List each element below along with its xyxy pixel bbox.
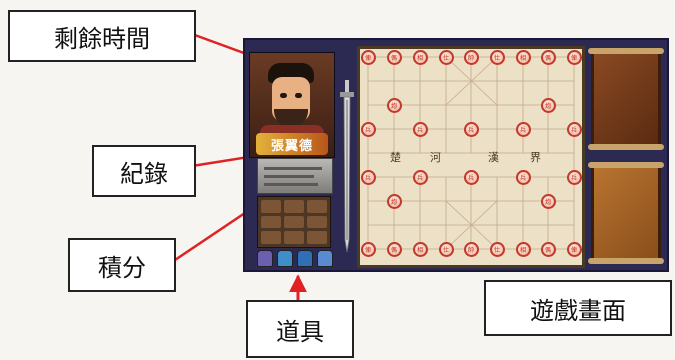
river-text-3: 漢 — [488, 151, 499, 164]
piece-bottom[interactable]: 兵 — [360, 169, 376, 185]
piece-top[interactable]: 帥 — [463, 49, 479, 65]
piece-bottom[interactable]: 炮 — [386, 193, 402, 209]
label-game-screen: 遊戲畫面 — [484, 280, 672, 336]
score-panel — [257, 196, 331, 248]
piece-top[interactable]: 兵 — [412, 121, 428, 137]
piece-top[interactable]: 仕 — [438, 49, 454, 65]
piece-bottom[interactable]: 傌 — [386, 241, 402, 257]
piece-top[interactable]: 兵 — [360, 121, 376, 137]
piece-bottom[interactable]: 兵 — [566, 169, 582, 185]
label-items: 道具 — [246, 300, 354, 358]
label-score: 積分 — [68, 238, 176, 292]
piece-bottom[interactable]: 炮 — [540, 193, 556, 209]
label-remaining-time: 剩餘時間 — [8, 10, 196, 62]
label-record: 紀錄 — [92, 145, 196, 197]
piece-bottom[interactable]: 俥 — [566, 241, 582, 257]
piece-top[interactable]: 炮 — [540, 97, 556, 113]
piece-top[interactable]: 兵 — [566, 121, 582, 137]
piece-bottom[interactable]: 仕 — [438, 241, 454, 257]
piece-bottom[interactable]: 仕 — [489, 241, 505, 257]
piece-top[interactable]: 兵 — [515, 121, 531, 137]
piece-top[interactable]: 相 — [515, 49, 531, 65]
piece-bottom[interactable]: 帥 — [463, 241, 479, 257]
piece-bottom[interactable]: 兵 — [412, 169, 428, 185]
item-slot[interactable] — [297, 250, 313, 267]
captured-panel-top — [588, 48, 664, 150]
piece-top[interactable]: 仕 — [489, 49, 505, 65]
piece-bottom[interactable]: 俥 — [360, 241, 376, 257]
piece-top[interactable]: 相 — [412, 49, 428, 65]
piece-bottom[interactable]: 相 — [515, 241, 531, 257]
piece-bottom[interactable]: 傌 — [540, 241, 556, 257]
piece-bottom[interactable]: 兵 — [463, 169, 479, 185]
piece-top[interactable]: 俥 — [566, 49, 582, 65]
piece-bottom[interactable]: 相 — [412, 241, 428, 257]
xiangqi-board: 楚 河 漢 界 俥傌相仕帥仕相傌俥炮炮兵兵兵兵兵兵兵兵兵兵炮炮俥傌相仕帥仕相傌俥 — [357, 46, 585, 268]
piece-top[interactable]: 傌 — [540, 49, 556, 65]
left-panel: 張翼德 — [249, 46, 335, 267]
captured-panel-bottom — [588, 162, 664, 264]
piece-top[interactable]: 兵 — [463, 121, 479, 137]
item-slot[interactable] — [277, 250, 293, 267]
item-slots — [257, 250, 333, 267]
piece-bottom[interactable]: 兵 — [515, 169, 531, 185]
item-slot[interactable] — [317, 250, 333, 267]
item-slot[interactable] — [257, 250, 273, 267]
piece-top[interactable]: 炮 — [386, 97, 402, 113]
player-portrait: 張翼德 — [249, 52, 335, 158]
record-panel — [257, 158, 333, 194]
river-text-4: 界 — [530, 151, 541, 164]
game-screen: 張翼德 楚 河 漢 界 俥 傌 相 仕 帥 仕 相 傌 俥 炮 炮 兵 兵 兵 … — [243, 38, 669, 272]
river-text-2: 河 — [430, 151, 441, 164]
piece-top[interactable]: 傌 — [386, 49, 402, 65]
timer-sword — [340, 80, 354, 253]
piece-top[interactable]: 俥 — [360, 49, 376, 65]
river-text-1: 楚 — [390, 151, 401, 164]
portrait-badge: 張翼德 — [256, 133, 328, 155]
